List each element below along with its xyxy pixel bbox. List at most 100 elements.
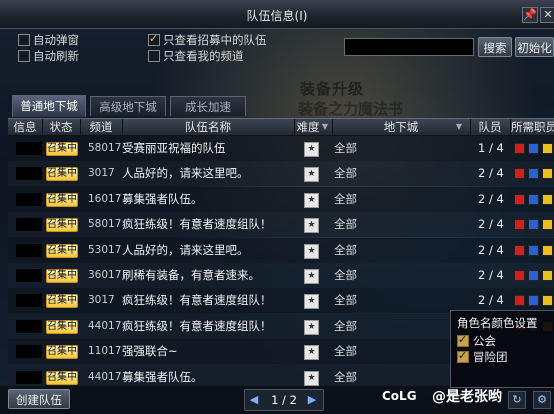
job-yellow-icon [542, 295, 553, 307]
dungeon-dropdown-icon[interactable]: ▼ [454, 120, 464, 134]
search-input[interactable] [344, 38, 474, 56]
status-badge: 召集中 [46, 167, 78, 182]
table-row[interactable]: 召集中 36017 刷稀有装备，有意者速来。 ★ 全部 2 / 4 [8, 263, 554, 288]
job-yellow-icon [542, 143, 553, 154]
guild-color-option[interactable]: 公会 [457, 333, 496, 349]
auto-refresh-checkbox[interactable] [18, 50, 30, 62]
team-name-cell: 疯狂练级！有意者速度组队！ [122, 217, 272, 232]
only-recruiting-checkbox[interactable] [148, 32, 160, 46]
table-row[interactable]: 召集中 58017 受赛丽亚祝福的队伍 ★ 全部 1 / 4 [8, 136, 554, 161]
table-header: 信息 状态 频道 队伍名称 难度 ▼ 地下城 ▼ 队员 所需职员 [8, 118, 554, 136]
settings-gear-icon[interactable]: ⚙ [533, 391, 551, 409]
prev-page-icon[interactable]: ◀ [247, 392, 261, 408]
job-blue-icon [528, 244, 539, 256]
table-row[interactable]: 召集中 3017 人品好的，请来这里吧。 ★ 全部 2 / 4 [8, 161, 554, 187]
team-name-cell: 人品好的，请来这里吧。 [122, 242, 249, 257]
dungeon-cell: 全部 [334, 191, 357, 206]
pagination: ◀ 1 / 2 ▶ [244, 389, 324, 411]
adventure-color-option[interactable]: 冒险团 [457, 349, 508, 365]
difficulty-icon: ★ [304, 142, 319, 157]
dungeon-cell: 全部 [334, 166, 357, 181]
col-status[interactable]: 状态 [43, 120, 79, 134]
refresh-icon[interactable]: ↻ [508, 391, 526, 409]
col-info: 信息 [13, 120, 37, 134]
page-indicator: 1 / 2 [271, 393, 297, 407]
guild-label: 公会 [473, 334, 496, 348]
dungeon-cell: 全部 [334, 141, 357, 155]
job-blue-icon [528, 168, 539, 180]
col-members[interactable]: 队员 [471, 120, 509, 134]
difficulty-icon: ★ [304, 319, 319, 335]
info-cell [16, 345, 42, 359]
table-row[interactable]: 召集中 16017 募集强者队伍。 ★ 全部 2 / 4 [8, 186, 554, 212]
site-watermark: CoLG [382, 389, 417, 403]
status-badge: 召集中 [46, 294, 78, 309]
only-my-channel-option[interactable]: 只查看我的频道 [148, 49, 244, 63]
col-dungeon[interactable]: 地下城 [333, 120, 469, 134]
info-cell [16, 192, 42, 206]
tab-advanced-dungeon[interactable]: 高级地下城 [90, 96, 166, 116]
col-difficulty[interactable]: 难度 [295, 120, 321, 134]
auto-popup-label: 自动弹窗 [33, 33, 79, 47]
members-cell: 2 / 4 [478, 217, 504, 232]
job-blue-icon [528, 295, 539, 307]
channel-cell: 3017 [88, 167, 115, 180]
channel-cell: 11017 [88, 345, 122, 358]
color-panel-title: 角色名颜色设置 [457, 316, 538, 330]
col-team-name[interactable]: 队伍名称 [123, 120, 293, 134]
difficulty-dropdown-icon[interactable]: ▼ [320, 120, 330, 134]
background-text-1: 装备升级 [300, 80, 365, 98]
window-title: 队伍信息(I) [246, 9, 308, 23]
members-cell: 2 / 4 [478, 268, 504, 282]
auto-popup-option[interactable]: 自动弹窗 [18, 33, 79, 47]
only-my-channel-checkbox[interactable] [148, 50, 160, 62]
status-badge: 召集中 [46, 243, 78, 258]
team-name-cell: 强强联合~ [122, 344, 178, 359]
next-page-icon[interactable]: ▶ [305, 392, 319, 408]
close-icon[interactable]: ✕ [540, 7, 554, 23]
table-row[interactable]: 召集中 58017 疯狂练级！有意者速度组队！ ★ 全部 2 / 4 [8, 212, 554, 238]
job-yellow-icon [542, 168, 553, 180]
job-blue-icon [528, 193, 539, 205]
col-channel[interactable]: 频道 [81, 120, 121, 134]
title-bar: 队伍信息(I) 📌 ✕ [0, 0, 554, 29]
dungeon-cell: 全部 [334, 217, 357, 232]
members-cell: 2 / 4 [478, 191, 504, 206]
tab-growth-boost[interactable]: 成长加速 [170, 96, 246, 116]
name-color-panel: 角色名颜色设置 公会 冒险团 [450, 310, 554, 388]
difficulty-icon: ★ [304, 218, 319, 234]
job-yellow-icon [542, 244, 553, 256]
job-red-icon [514, 244, 525, 256]
info-cell [16, 319, 42, 333]
channel-cell: 3017 [88, 294, 115, 307]
guild-checkbox[interactable] [457, 333, 469, 347]
team-name-cell: 疯狂练级！有意者速度组队！ [122, 318, 272, 333]
auto-refresh-option[interactable]: 自动刷新 [18, 49, 79, 63]
difficulty-icon: ★ [304, 294, 319, 310]
tab-normal-dungeon[interactable]: 普通地下城 [12, 95, 86, 117]
channel-cell: 58017 [88, 218, 122, 231]
adventure-checkbox[interactable] [457, 349, 469, 363]
info-cell [16, 243, 42, 257]
team-name-cell: 募集强者队伍。 [122, 191, 203, 206]
team-name-cell: 受赛丽亚祝福的队伍 [122, 141, 226, 155]
create-team-button[interactable]: 创建队伍 [8, 389, 70, 409]
pin-icon[interactable]: 📌 [522, 7, 538, 23]
table-row[interactable]: 召集中 53017 人品好的，请来这里吧。 ★ 全部 2 / 4 [8, 237, 554, 263]
auto-popup-checkbox[interactable] [18, 34, 30, 46]
job-yellow-icon [542, 193, 553, 205]
info-cell [16, 370, 42, 384]
difficulty-icon: ★ [304, 370, 319, 386]
status-badge: 召集中 [46, 345, 78, 360]
job-red-icon [514, 193, 525, 205]
members-cell: 1 / 4 [478, 141, 504, 155]
reset-button[interactable]: 初始化 [515, 37, 554, 57]
team-name-cell: 人品好的，请来这里吧。 [122, 166, 249, 181]
only-recruiting-option[interactable]: 只查看招募中的队伍 [148, 32, 267, 47]
dungeon-cell: 全部 [334, 242, 357, 257]
channel-cell: 44017 [88, 319, 122, 332]
status-badge: 召集中 [46, 142, 78, 156]
search-button[interactable]: 搜索 [478, 37, 512, 57]
status-badge: 召集中 [46, 370, 78, 385]
info-cell [16, 269, 42, 282]
